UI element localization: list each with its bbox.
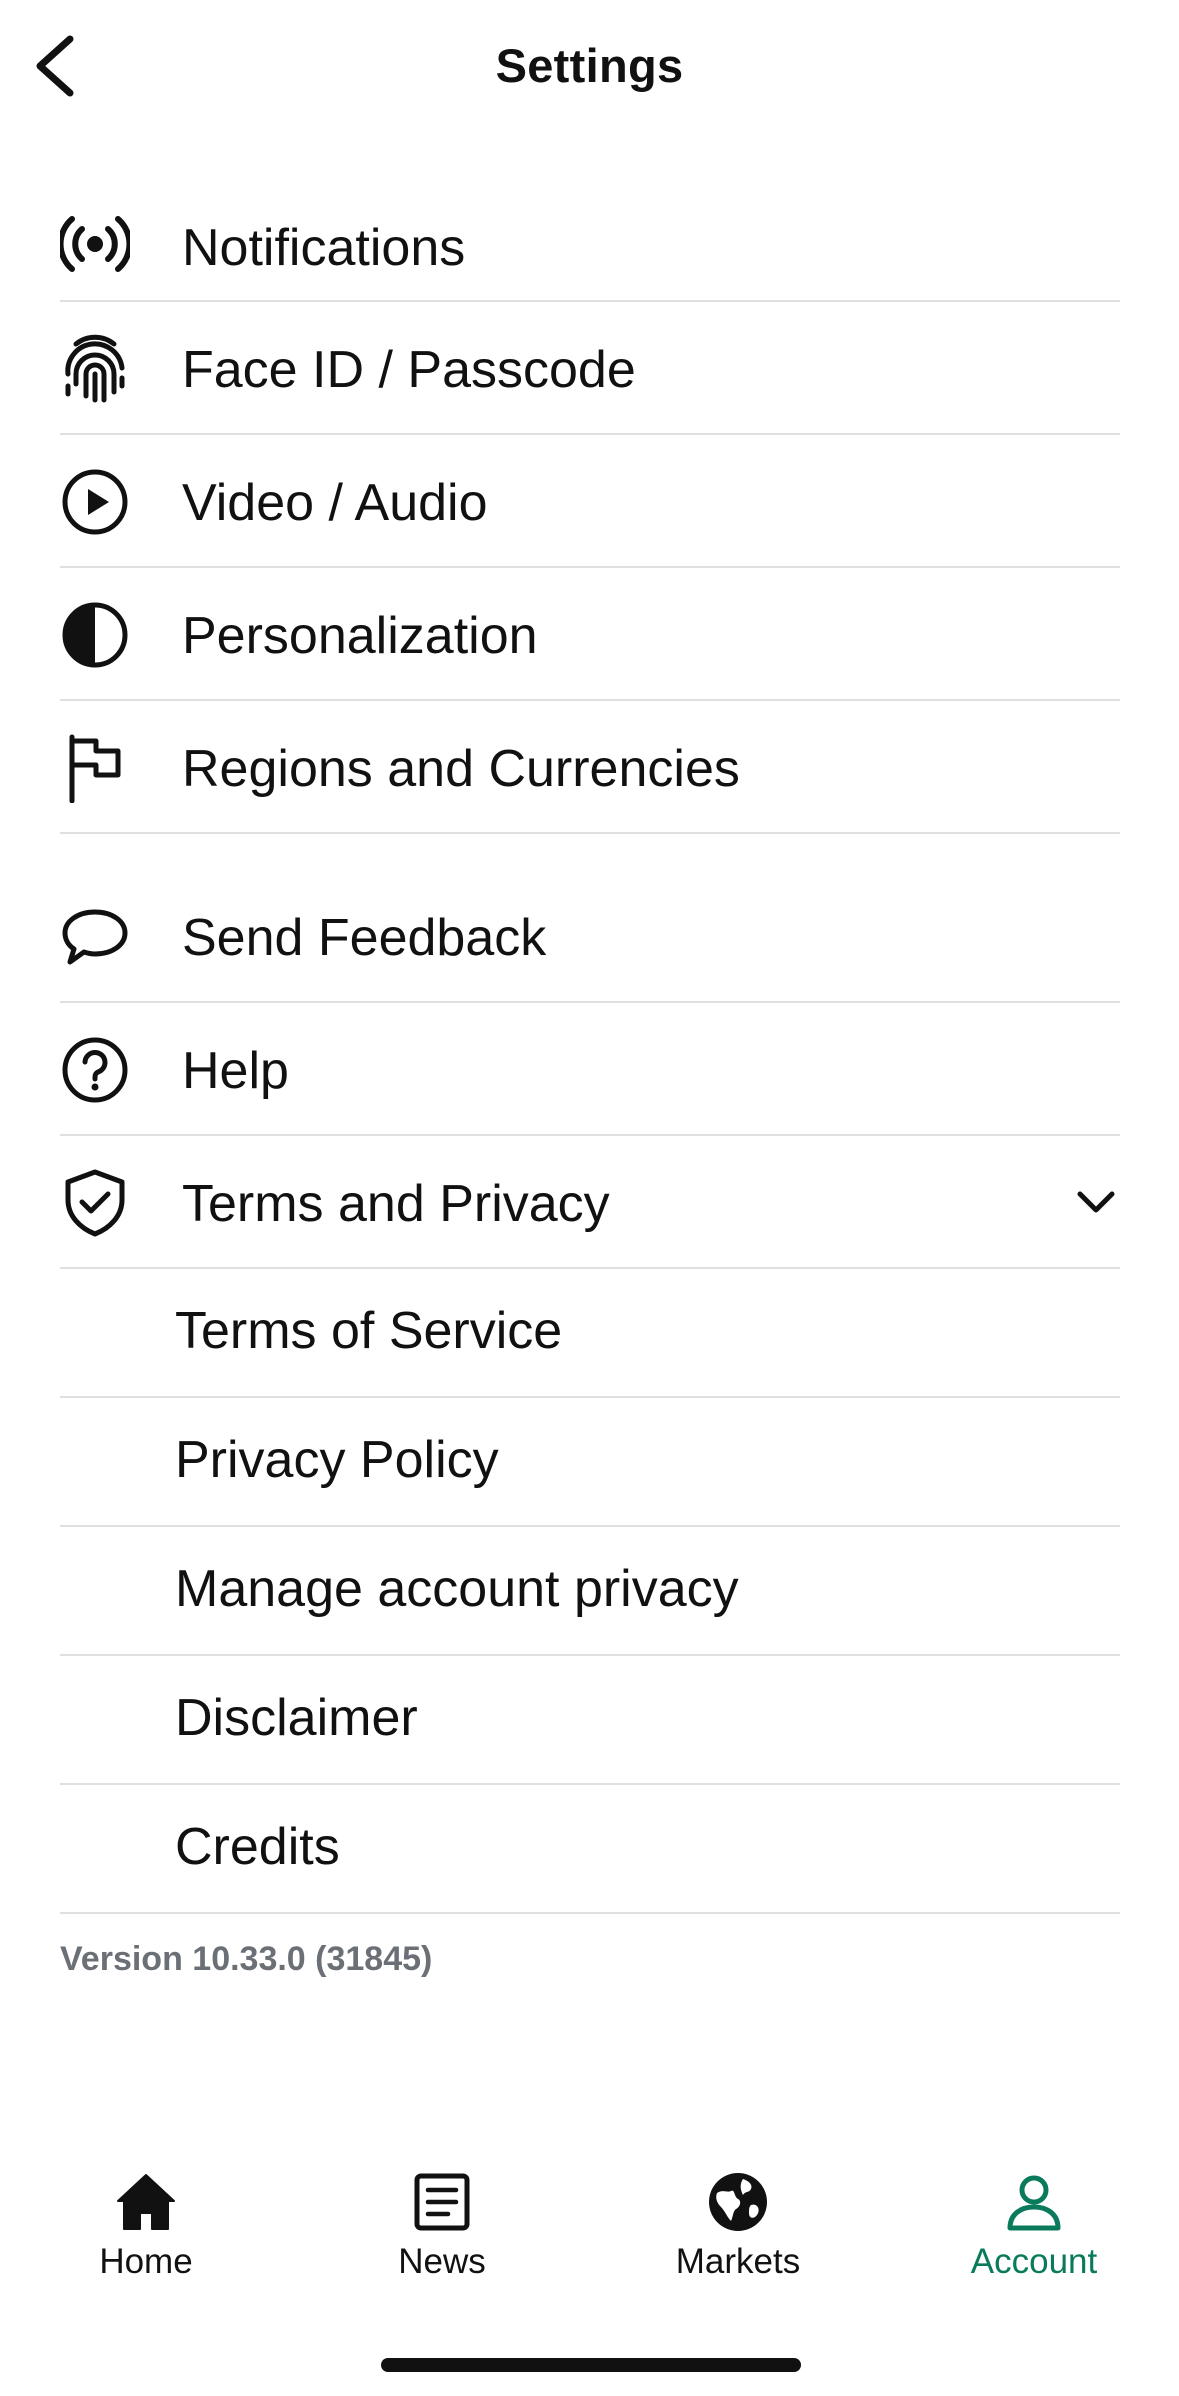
flag-icon [60,733,130,803]
broadcast-icon [60,209,130,279]
settings-row-label: Face ID / Passcode [182,341,636,399]
header: Settings [0,0,1179,140]
newspaper-icon [410,2170,474,2234]
settings-row-face-id[interactable]: Face ID / Passcode [60,302,1120,435]
settings-row-label: Terms and Privacy [182,1175,610,1233]
submenu-item-label: Manage account privacy [175,1560,739,1618]
settings-row-personalization[interactable]: Personalization [60,568,1120,701]
page-title: Settings [495,39,684,92]
chevron-down-icon [1072,1178,1120,1226]
tab-label: News [398,2242,486,2281]
question-circle-icon [60,1035,130,1105]
settings-row-help[interactable]: Help [60,1003,1120,1136]
version-text: Version 10.33.0 (31845) [60,1940,433,1978]
submenu-item-label: Terms of Service [175,1302,563,1360]
tab-markets[interactable]: Markets [638,2150,838,2300]
speech-bubble-icon [60,902,130,972]
contrast-icon [60,600,130,670]
fingerprint-icon [60,334,130,404]
person-icon [1002,2170,1066,2234]
tab-label: Account [970,2242,1098,2281]
settings-row-label: Help [182,1042,289,1100]
settings-row-label: Notifications [182,219,466,277]
tab-label: Markets [675,2242,801,2281]
play-circle-icon [60,467,130,537]
shield-check-icon [60,1168,130,1238]
tab-account[interactable]: Account [934,2150,1134,2300]
settings-row-label: Regions and Currencies [182,740,740,798]
globe-icon [706,2170,770,2234]
submenu-item-manage-account-privacy[interactable]: Manage account privacy [60,1527,1120,1656]
settings-row-label: Personalization [182,607,538,665]
settings-row-label: Send Feedback [182,909,547,967]
submenu-item-label: Disclaimer [175,1689,418,1747]
settings-row-notifications[interactable]: Notifications [60,190,1120,302]
tab-label: Home [99,2242,193,2281]
settings-row-terms-privacy[interactable]: Terms and Privacy [60,1136,1120,1269]
settings-row-video-audio[interactable]: Video / Audio [60,435,1120,568]
submenu-item-label: Credits [175,1818,340,1876]
submenu-item-terms-of-service[interactable]: Terms of Service [60,1269,1120,1398]
tab-bar: Home News Markets Account [0,2150,1179,2300]
home-indicator [381,2358,801,2372]
settings-row-regions-currencies[interactable]: Regions and Currencies [60,701,1120,834]
settings-row-send-feedback[interactable]: Send Feedback [60,870,1120,1003]
submenu-item-label: Privacy Policy [175,1431,499,1489]
tab-news[interactable]: News [342,2150,542,2300]
submenu-item-credits[interactable]: Credits [60,1785,1120,1914]
tab-home[interactable]: Home [46,2150,246,2300]
settings-row-label: Video / Audio [182,474,488,532]
submenu-item-privacy-policy[interactable]: Privacy Policy [60,1398,1120,1527]
settings-screen: Settings Notifications Face ID / Passcod… [0,0,1179,2396]
submenu-item-disclaimer[interactable]: Disclaimer [60,1656,1120,1785]
house-icon [114,2170,178,2234]
